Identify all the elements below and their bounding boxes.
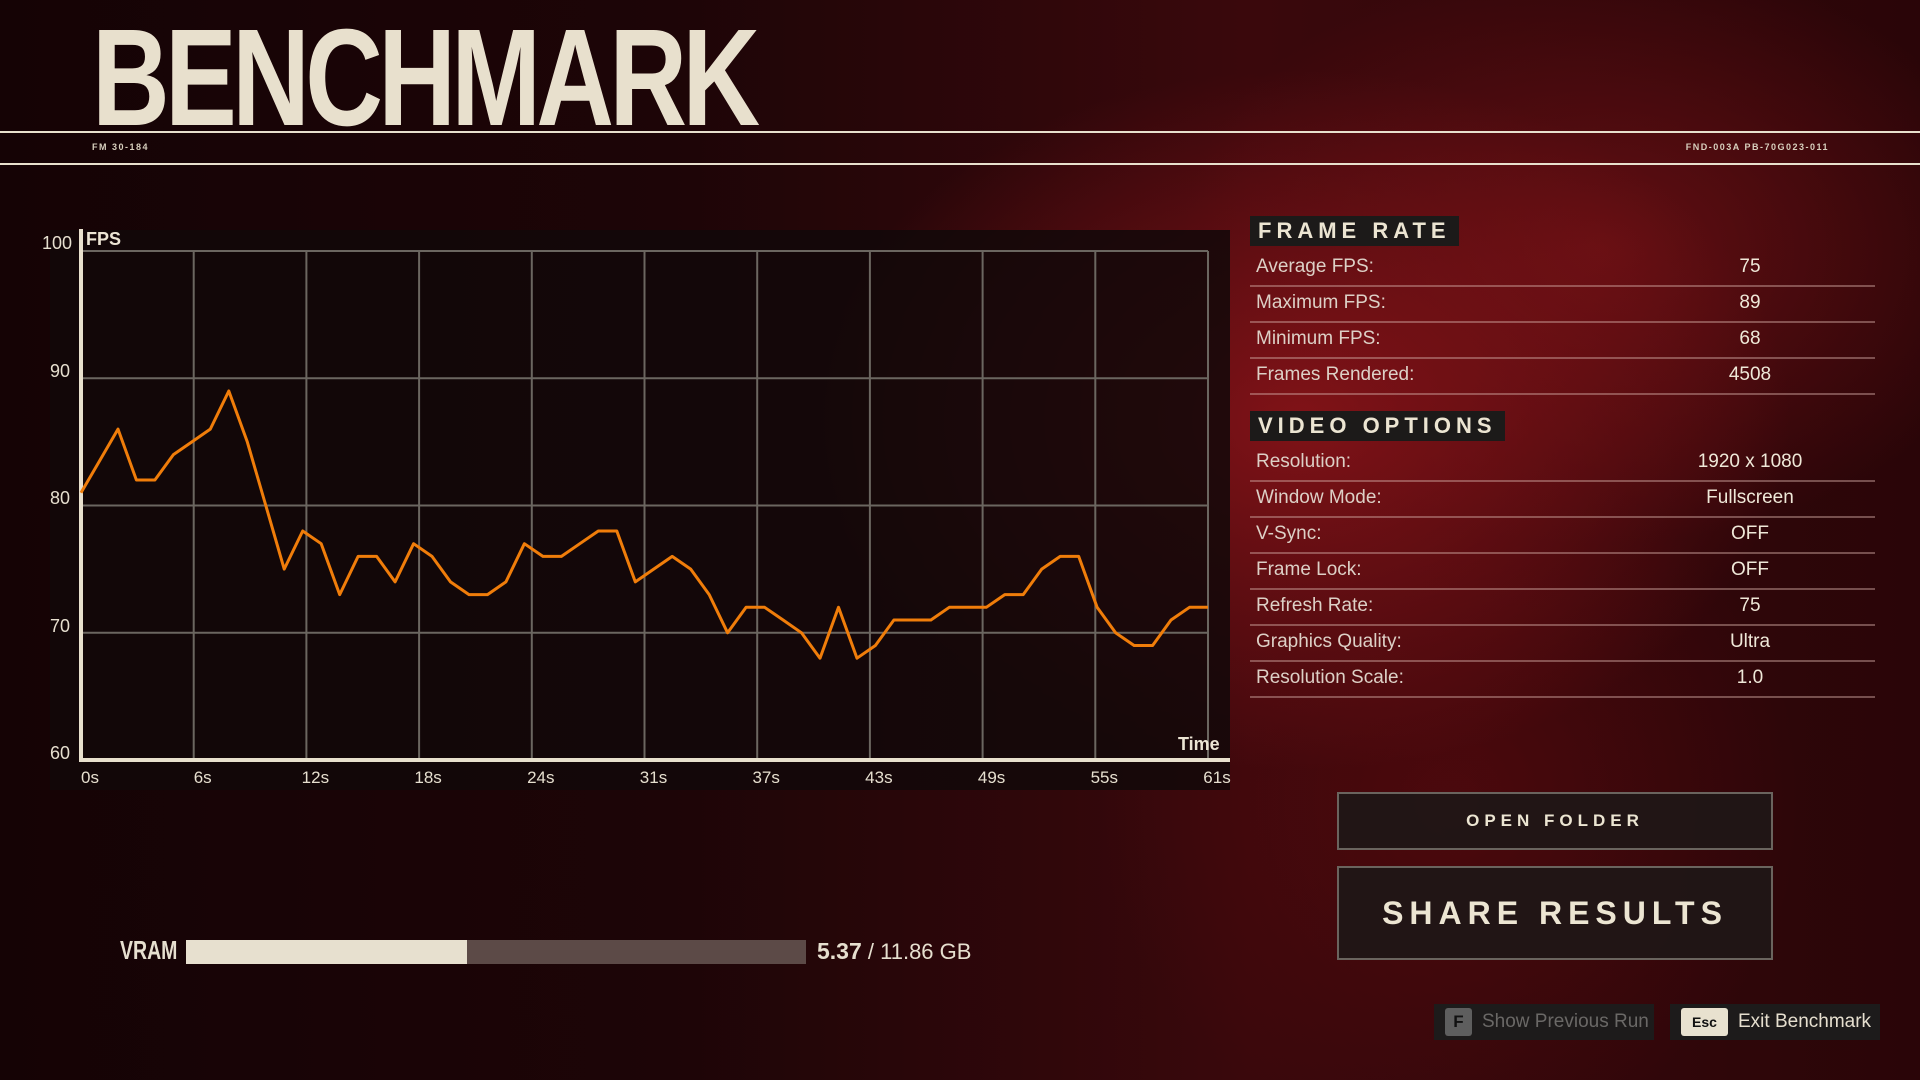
x-tick-label: 18s [414, 768, 442, 787]
vram-total: / 11.86 GB [867, 939, 972, 964]
x-tick-label: 0s [81, 768, 99, 787]
vram-used: 5.37 [817, 938, 862, 964]
stat-value: 4508 [1728, 364, 1772, 385]
vram-readout: 5.37 / 11.86 GB [817, 938, 971, 965]
stat-row-video-options: Resolution: 1920 x 1080 [1250, 445, 1875, 482]
stat-row-frame-rate: Minimum FPS: 68 [1250, 322, 1875, 359]
stat-row-video-options: Refresh Rate: 75 [1250, 589, 1875, 626]
stat-label: Minimum FPS: [1256, 328, 1381, 349]
vram-label: VRAM [120, 935, 178, 965]
stat-label: Graphics Quality: [1256, 631, 1402, 652]
stat-value: OFF [1731, 559, 1769, 580]
open-folder-button[interactable]: OPEN FOLDER [1337, 792, 1773, 850]
stat-label: Resolution: [1256, 451, 1352, 472]
stat-row-video-options: V-Sync: OFF [1250, 517, 1875, 554]
header-code-right: FND-003A PB-70G023-011 [1685, 142, 1829, 152]
stat-label: Frame Lock: [1256, 559, 1362, 580]
stat-value: Fullscreen [1706, 487, 1794, 508]
stat-value: 68 [1739, 328, 1761, 349]
x-tick-label: 49s [977, 768, 1006, 787]
y-tick-label: 70 [50, 616, 71, 636]
stat-row-video-options: Resolution Scale: 1.0 [1250, 661, 1875, 698]
y-tick-label: 80 [50, 488, 71, 508]
vram-usage-bar [186, 940, 806, 964]
x-tick-label: 43s [865, 768, 893, 787]
stat-row-frame-rate: Average FPS: 75 [1250, 250, 1875, 287]
x-tick-label: 12s [301, 768, 330, 787]
stat-value: OFF [1731, 523, 1769, 544]
exit-benchmark-button[interactable]: Esc Exit Benchmark [1670, 1004, 1880, 1040]
fps-chart-panel [50, 230, 1230, 790]
stat-value: 75 [1739, 595, 1761, 616]
x-tick-label: 6s [193, 768, 212, 787]
y-tick-label: 60 [50, 743, 71, 763]
stat-value: 89 [1739, 292, 1761, 313]
vram-usage-fill [186, 940, 467, 964]
y-tick-label: 100 [42, 233, 73, 253]
stat-value: 1920 x 1080 [1697, 451, 1803, 472]
x-tick-label: 31s [639, 768, 668, 787]
frame-rate-heading: FRAME RATE [1250, 216, 1459, 246]
stat-label: Refresh Rate: [1256, 595, 1374, 616]
stat-value: Ultra [1729, 631, 1771, 652]
stat-value: 1.0 [1736, 667, 1764, 688]
stat-label: Window Mode: [1256, 487, 1382, 508]
stat-label: Average FPS: [1256, 256, 1374, 277]
stat-row-frame-rate: Frames Rendered: 4508 [1250, 358, 1875, 395]
exit-benchmark-label: Exit Benchmark [1738, 1011, 1872, 1032]
header-divider-top [0, 131, 1920, 133]
y-axis-label: FPS [86, 229, 122, 249]
esc-key-icon: Esc [1681, 1008, 1728, 1036]
show-previous-run-label: Show Previous Run [1482, 1011, 1649, 1032]
page-title: BENCHMARK [92, 1, 760, 155]
stat-label: Frames Rendered: [1256, 364, 1415, 385]
x-axis-label: Time [1178, 734, 1220, 754]
y-tick-label: 90 [50, 361, 71, 381]
stat-row-frame-rate: Maximum FPS: 89 [1250, 286, 1875, 323]
header-code-left: FM 30-184 [92, 142, 150, 152]
stat-label: Maximum FPS: [1256, 292, 1386, 313]
x-tick-label: 24s [527, 768, 555, 787]
x-tick-label: 55s [1090, 768, 1119, 787]
stat-row-video-options: Frame Lock: OFF [1250, 553, 1875, 590]
x-tick-label: 61s [1203, 768, 1231, 787]
header-divider-bottom [0, 163, 1920, 165]
show-previous-run-button[interactable]: F Show Previous Run [1434, 1004, 1654, 1040]
f-key-icon: F [1445, 1008, 1472, 1036]
x-tick-label: 37s [752, 768, 780, 787]
stat-label: V-Sync: [1256, 523, 1322, 544]
share-results-button[interactable]: SHARE RESULTS [1337, 866, 1773, 960]
stat-value: 75 [1739, 256, 1761, 277]
stat-row-video-options: Window Mode: Fullscreen [1250, 481, 1875, 518]
stat-row-video-options: Graphics Quality: Ultra [1250, 625, 1875, 662]
video-options-heading: VIDEO OPTIONS [1250, 411, 1505, 441]
stat-label: Resolution Scale: [1256, 667, 1404, 688]
